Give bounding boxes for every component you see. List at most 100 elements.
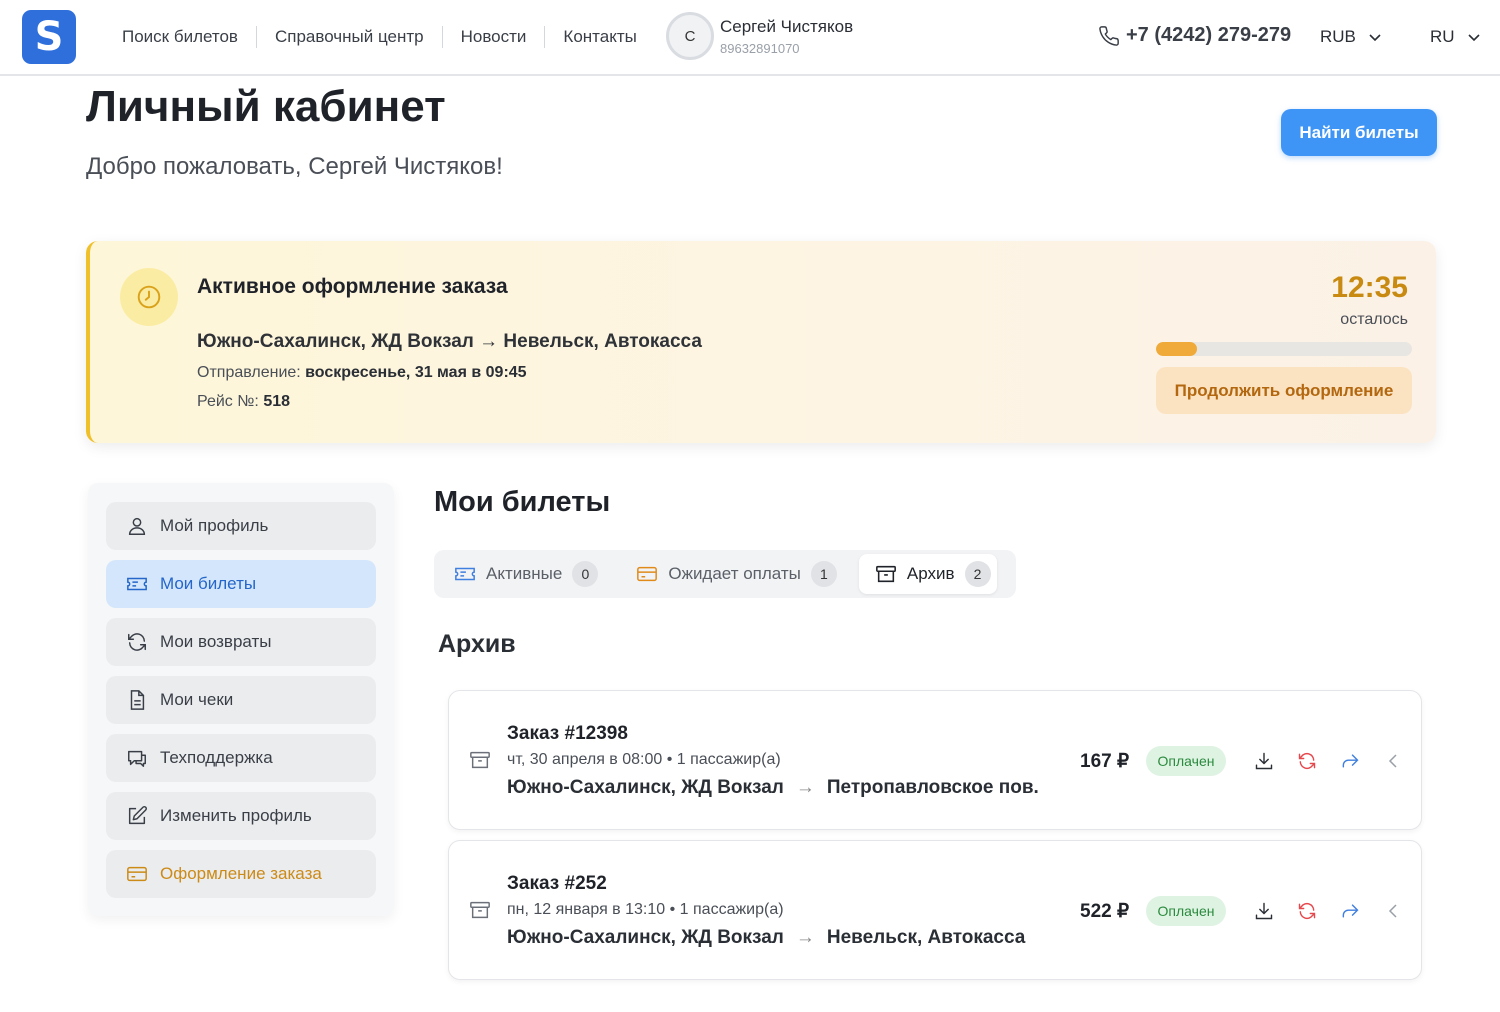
support-phone[interactable]: +7 (4242) 279-279 (1098, 24, 1291, 47)
tab-active[interactable]: Активные 0 (454, 554, 599, 594)
edit-icon (128, 806, 147, 825)
sidebar-item-label: Мои чеки (160, 690, 234, 709)
order-route: Южно-Сахалинск, ЖД Вокзал → Петропавловс… (507, 777, 1039, 799)
share-icon[interactable] (1340, 751, 1360, 771)
tickets-title: Мои билеты (434, 486, 611, 518)
currency-select[interactable]: RUB (1320, 27, 1382, 47)
tab-label: Активные (486, 564, 563, 583)
share-icon[interactable] (1340, 901, 1360, 921)
sidebar: Мой профиль Мои билеты Мои возвраты Мои … (88, 483, 394, 916)
sidebar-item-refunds[interactable]: Мои возвраты (106, 618, 376, 666)
support-phone-number: +7 (4242) 279-279 (1126, 24, 1292, 46)
tab-awaiting-payment[interactable]: Ожидает оплаты 1 (636, 554, 837, 594)
order-route: Южно-Сахалинск, ЖД Вокзал → Невельск, Ав… (507, 927, 1025, 949)
archive-icon (470, 751, 490, 769)
main-nav: Поиск билетов Справочный центр Новости К… (104, 26, 655, 48)
language-value: RU (1430, 27, 1455, 46)
order-meta: пн, 12 января в 13:10 • 1 пассажир(а) (507, 901, 784, 918)
sidebar-item-tickets[interactable]: Мои билеты (106, 560, 376, 608)
order-price: 522 ₽ (1080, 901, 1130, 922)
card-icon (637, 566, 658, 582)
active-order-route: Южно-Сахалинск, ЖД Вокзал → Невельск, Ав… (197, 331, 702, 352)
user-phone: 89632891070 (720, 40, 800, 56)
chat-icon (128, 750, 146, 767)
sidebar-item-edit-profile[interactable]: Изменить профиль (106, 792, 376, 840)
route-to: Невельск, Автокасса (826, 927, 1026, 948)
tab-label: Архив (906, 564, 955, 583)
sidebar-item-label: Мои возвраты (160, 632, 272, 651)
chevron-left-icon[interactable] (1385, 901, 1401, 921)
language-select[interactable]: RU (1430, 27, 1481, 47)
section-title: Архив (438, 630, 516, 658)
route-from: Южно-Сахалинск, ЖД Вокзал (507, 927, 784, 948)
sidebar-item-label: Техподдержка (160, 748, 273, 767)
sidebar-item-profile[interactable]: Мой профиль (106, 502, 376, 550)
ticket-icon (127, 577, 147, 591)
card-icon (127, 866, 147, 882)
logo[interactable]: S (22, 10, 76, 64)
tab-count-badge: 0 (572, 561, 599, 587)
tab-count-badge: 1 (810, 561, 837, 587)
sidebar-item-checkout[interactable]: Оформление заказа (106, 850, 376, 898)
departure-value: воскресенье, 31 мая в 09:45 (305, 364, 527, 381)
archive-icon (875, 565, 896, 583)
active-order-departure: Отправление: воскресенье, 31 мая в 09:45 (197, 364, 527, 382)
avatar[interactable]: С (666, 12, 714, 60)
ticket-icon (455, 567, 475, 581)
tab-archive[interactable]: Архив 2 (858, 554, 997, 594)
nav-help-center[interactable]: Справочный центр (255, 26, 442, 48)
refund-icon[interactable] (1297, 901, 1317, 921)
time-progress-fill (1156, 342, 1197, 356)
order-number: Заказ #12398 (507, 723, 628, 744)
chevron-down-icon (1369, 34, 1381, 42)
document-icon (130, 690, 145, 710)
order-price: 167 ₽ (1080, 751, 1130, 772)
active-order-trip: Рейс №: 518 (197, 393, 290, 411)
find-tickets-button[interactable]: Найти билеты (1281, 109, 1437, 156)
nav-news[interactable]: Новости (441, 26, 545, 48)
status-badge: Оплачен (1146, 746, 1226, 776)
download-icon[interactable] (1254, 751, 1274, 771)
sidebar-item-label: Оформление заказа (160, 864, 322, 883)
ticket-tabs: Активные 0 Ожидает оплаты 1 Архив 2 (434, 550, 1016, 598)
tab-count-badge: 2 (964, 561, 991, 587)
continue-checkout-button[interactable]: Продолжить оформление (1156, 367, 1412, 414)
refresh-icon (128, 633, 146, 651)
archive-icon (470, 901, 490, 919)
user-menu[interactable]: С Сергей Чистяков 89632891070 (666, 12, 853, 60)
nav-ticket-search[interactable]: Поиск билетов (104, 26, 256, 48)
sidebar-item-support[interactable]: Техподдержка (106, 734, 376, 782)
active-order-title: Активное оформление заказа (197, 275, 508, 298)
departure-label: Отправление: (197, 364, 301, 381)
refund-icon[interactable] (1297, 751, 1317, 771)
trip-value: 518 (263, 393, 291, 410)
countdown-timer: 12:35 (1331, 271, 1408, 304)
chevron-down-icon (1467, 34, 1480, 42)
status-badge: Оплачен (1146, 896, 1226, 926)
sidebar-item-label: Мои билеты (160, 574, 257, 593)
nav-contacts[interactable]: Контакты (544, 26, 654, 48)
time-progress-bar (1156, 342, 1412, 356)
trip-label: Рейс №: (197, 393, 259, 410)
order-card[interactable]: Заказ #12398 чт, 30 апреля в 08:00 • 1 п… (448, 690, 1422, 830)
timer-label: осталось (1340, 311, 1408, 328)
user-icon (128, 517, 146, 535)
currency-value: RUB (1320, 27, 1356, 46)
order-meta: чт, 30 апреля в 08:00 • 1 пассажир(а) (507, 751, 781, 768)
order-number: Заказ #252 (507, 873, 607, 894)
route-to: Петропавловское пов. (826, 777, 1039, 798)
clock-icon (120, 268, 178, 326)
chevron-left-icon[interactable] (1385, 751, 1401, 771)
download-icon[interactable] (1254, 901, 1274, 921)
sidebar-item-receipts[interactable]: Мои чеки (106, 676, 376, 724)
route-arrow: → (795, 777, 815, 798)
order-card[interactable]: Заказ #252 пн, 12 января в 13:10 • 1 пас… (448, 840, 1422, 980)
page-title: Личный кабинет (86, 82, 446, 131)
welcome-text: Добро пожаловать, Сергей Чистяков! (86, 153, 503, 180)
route-from: Южно-Сахалинск, ЖД Вокзал (507, 777, 784, 798)
active-order-card: Активное оформление заказа Южно-Сахалинс… (86, 241, 1436, 443)
tab-label: Ожидает оплаты (668, 564, 801, 583)
user-name: Сергей Чистяков (720, 16, 854, 36)
sidebar-item-label: Изменить профиль (160, 806, 312, 825)
phone-icon (1099, 25, 1119, 46)
